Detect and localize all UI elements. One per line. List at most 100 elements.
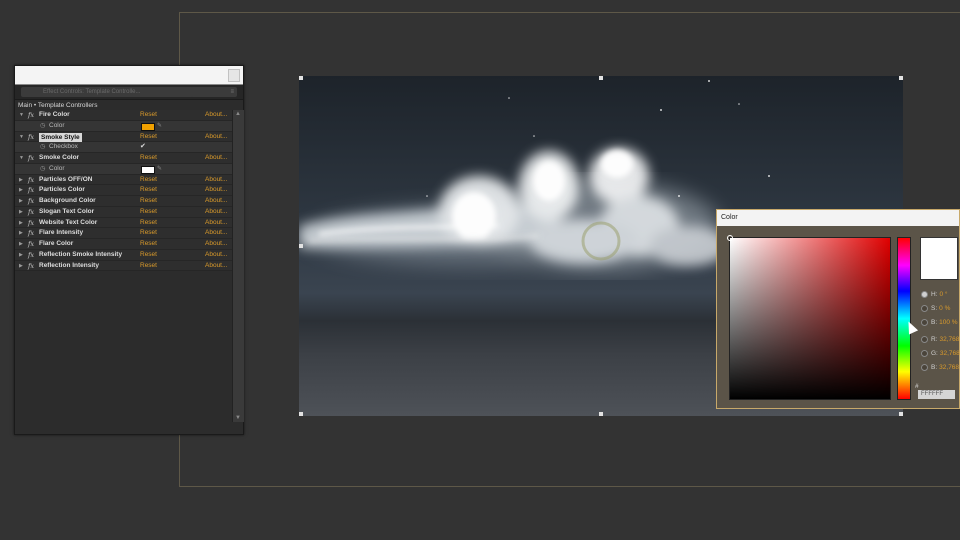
twirl-right-icon[interactable]: ▶ — [19, 228, 23, 239]
effect-row[interactable]: ▼ fx Smoke Style Reset About... — [15, 131, 232, 143]
effect-row[interactable]: ▼ fx Fire Color Reset About... — [15, 110, 232, 121]
about-link[interactable]: About... — [205, 239, 227, 250]
effect-name[interactable]: Flare Intensity — [39, 228, 83, 239]
field-value[interactable]: 100 % — [939, 319, 957, 326]
twirl-right-icon[interactable]: ▶ — [19, 218, 23, 229]
eyedropper-icon[interactable]: ✎ — [157, 164, 162, 175]
panel-titlebar[interactable] — [15, 66, 243, 85]
fx-icon[interactable]: fx — [28, 228, 34, 239]
panel-close-button[interactable] — [228, 69, 240, 82]
reset-link[interactable]: Reset — [140, 153, 157, 164]
twirl-down-icon[interactable]: ▼ — [19, 132, 24, 143]
about-link[interactable]: About... — [205, 110, 227, 121]
twirl-down-icon[interactable]: ▼ — [19, 153, 24, 164]
panel-menu-icon[interactable]: ≡ — [191, 87, 237, 97]
fx-icon[interactable]: fx — [28, 153, 34, 164]
color-picker-title[interactable]: Color — [717, 210, 959, 226]
about-link[interactable]: About... — [205, 175, 227, 186]
eyedropper-icon[interactable]: ✎ — [157, 121, 162, 132]
about-link[interactable]: About... — [205, 185, 227, 196]
hue-slider[interactable] — [897, 237, 911, 400]
transform-handle[interactable] — [299, 412, 303, 416]
fx-icon[interactable]: fx — [28, 110, 34, 121]
field-value[interactable]: 32,768 — [940, 336, 960, 343]
reset-link[interactable]: Reset — [140, 207, 157, 218]
twirl-right-icon[interactable]: ▶ — [19, 185, 23, 196]
effect-row[interactable]: ▶ fx Reflection Smoke Intensity Reset About.… — [15, 249, 232, 261]
effect-name[interactable]: Slogan Text Color — [39, 207, 94, 218]
panel-scrollbar[interactable]: ▲ ▼ — [232, 110, 244, 422]
radio-button[interactable] — [921, 335, 928, 343]
about-link[interactable]: About... — [205, 218, 227, 229]
effect-row[interactable]: ▶ fx Website Text Color Reset About... — [15, 217, 232, 229]
effect-row[interactable]: ▶ fx Flare Intensity Reset About... — [15, 228, 232, 239]
color-swatch[interactable] — [141, 165, 155, 174]
about-link[interactable]: About... — [205, 261, 227, 272]
stopwatch-icon[interactable]: ◷ — [40, 164, 45, 175]
scroll-up-icon[interactable]: ▲ — [235, 111, 241, 117]
fx-icon[interactable]: fx — [28, 261, 34, 272]
radio-button[interactable] — [921, 304, 928, 312]
effect-name[interactable]: Fire Color — [39, 110, 70, 121]
effect-name[interactable]: Reflection Smoke Intensity — [39, 250, 122, 261]
transform-handle[interactable] — [899, 412, 903, 416]
fx-icon[interactable]: fx — [28, 175, 34, 186]
color-field[interactable]: B: 100 % — [921, 317, 958, 329]
reset-link[interactable]: Reset — [140, 110, 157, 121]
about-link[interactable]: About... — [205, 196, 227, 207]
field-value[interactable]: 0 % — [939, 305, 950, 312]
fx-icon[interactable]: fx — [28, 250, 34, 261]
transform-handle[interactable] — [299, 244, 303, 248]
hex-input[interactable]: FFFFFF — [918, 390, 955, 399]
color-field[interactable]: G: 32,768 — [921, 348, 960, 360]
about-link[interactable]: About... — [205, 250, 227, 261]
effect-row[interactable]: ▼ fx Smoke Color Reset About... — [15, 153, 232, 164]
about-link[interactable]: About... — [205, 132, 227, 143]
field-value[interactable]: 32,768 — [939, 364, 959, 371]
transform-handle[interactable] — [599, 412, 603, 416]
reset-link[interactable]: Reset — [140, 261, 157, 272]
reset-link[interactable]: Reset — [140, 196, 157, 207]
reset-link[interactable]: Reset — [140, 185, 157, 196]
checkbox[interactable]: ✔ — [140, 142, 146, 153]
twirl-down-icon[interactable]: ▼ — [19, 110, 24, 121]
transform-handle[interactable] — [599, 76, 603, 80]
effect-row[interactable]: ▶ fx Reflection Intensity Reset About... — [15, 260, 232, 272]
reset-link[interactable]: Reset — [140, 218, 157, 229]
color-field[interactable]: R: 32,768 — [921, 334, 959, 346]
stopwatch-icon[interactable]: ◷ — [40, 142, 45, 153]
about-link[interactable]: About... — [205, 228, 227, 239]
effect-row[interactable]: ▶ fx Slogan Text Color Reset About... — [15, 206, 232, 218]
transform-handle[interactable] — [299, 76, 303, 80]
saturation-brightness-field[interactable] — [727, 235, 891, 400]
effect-row[interactable]: ▶ fx Particles OFF/ON Reset About... — [15, 174, 232, 186]
radio-button[interactable] — [921, 318, 928, 326]
effect-name[interactable]: Reflection Intensity — [39, 261, 99, 272]
fx-icon[interactable]: fx — [28, 196, 34, 207]
twirl-right-icon[interactable]: ▶ — [19, 261, 23, 272]
twirl-right-icon[interactable]: ▶ — [19, 207, 23, 218]
color-field[interactable]: S: 0 % — [921, 303, 950, 315]
color-field[interactable]: H: 0 ° — [921, 289, 948, 301]
field-value[interactable]: 32,768 — [940, 350, 960, 357]
effect-name[interactable]: Website Text Color — [39, 218, 97, 229]
twirl-right-icon[interactable]: ▶ — [19, 239, 23, 250]
fx-icon[interactable]: fx — [28, 132, 34, 143]
about-link[interactable]: About... — [205, 207, 227, 218]
twirl-right-icon[interactable]: ▶ — [19, 250, 23, 261]
effect-name[interactable]: Smoke Color — [39, 153, 79, 164]
radio-button[interactable] — [921, 290, 928, 298]
field-value[interactable]: 0 ° — [940, 291, 948, 298]
transform-handle[interactable] — [899, 76, 903, 80]
fx-icon[interactable]: fx — [28, 239, 34, 250]
effect-name[interactable]: Background Color — [39, 196, 96, 207]
twirl-right-icon[interactable]: ▶ — [19, 196, 23, 207]
color-field[interactable]: B: 32,768 — [921, 362, 959, 374]
reset-link[interactable]: Reset — [140, 175, 157, 186]
stopwatch-icon[interactable]: ◷ — [40, 121, 45, 132]
fx-icon[interactable]: fx — [28, 207, 34, 218]
effect-row[interactable]: ▶ fx Flare Color Reset About... — [15, 239, 232, 250]
effect-name[interactable]: Particles Color — [39, 185, 85, 196]
effect-name[interactable]: Smoke Style — [39, 132, 82, 142]
twirl-right-icon[interactable]: ▶ — [19, 175, 23, 186]
